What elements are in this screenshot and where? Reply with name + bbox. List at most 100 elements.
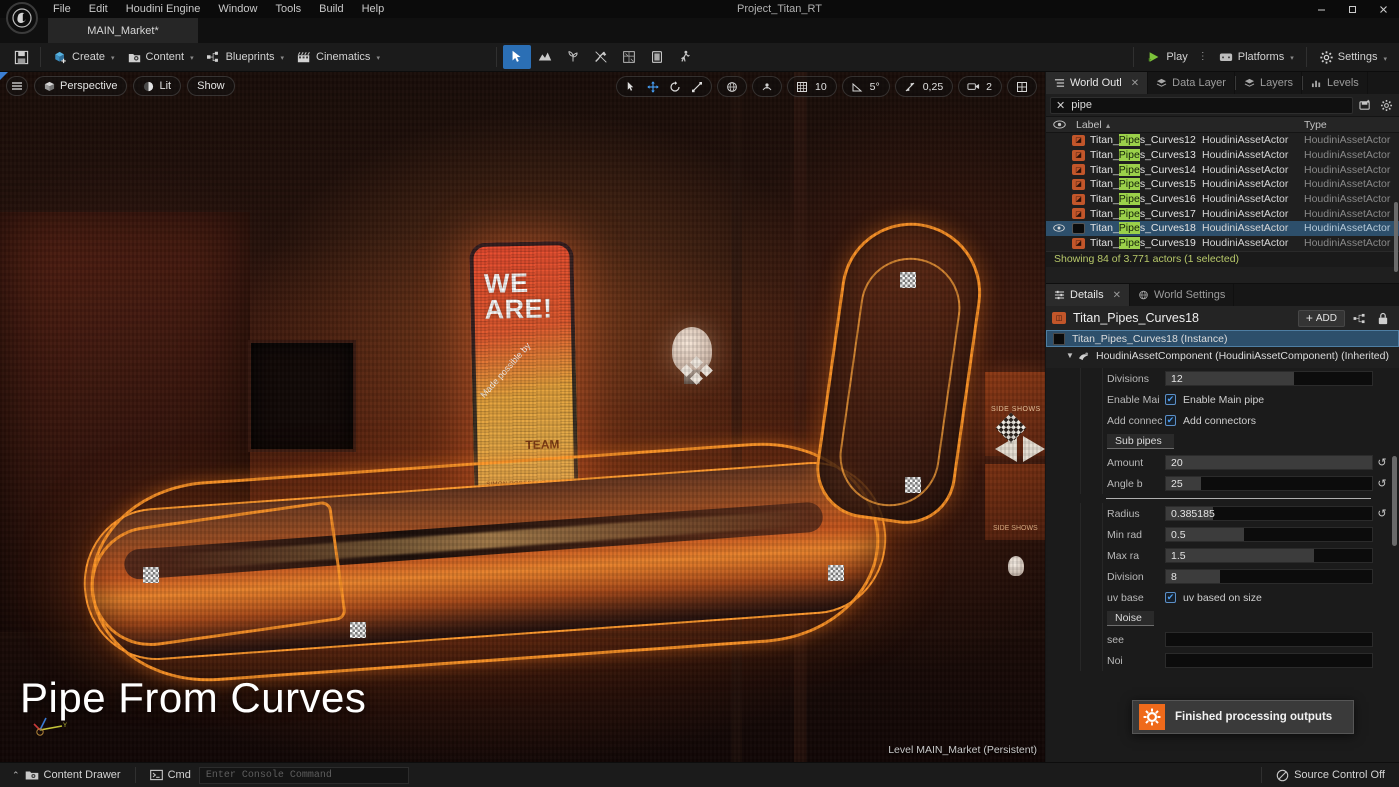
grid-snap-icon[interactable] bbox=[791, 77, 813, 96]
show-dropdown[interactable]: Show bbox=[187, 76, 235, 96]
details-scrollbar[interactable] bbox=[1392, 456, 1397, 546]
clear-search-icon[interactable]: ✕ bbox=[1056, 99, 1065, 112]
property-reset-icon[interactable]: ↺ bbox=[1373, 477, 1391, 490]
fracture-icon[interactable] bbox=[615, 45, 643, 69]
property-row[interactable]: Divisions 12 bbox=[1046, 368, 1399, 389]
add-component-button[interactable]: + ADD bbox=[1297, 309, 1345, 327]
property-row[interactable]: see bbox=[1046, 629, 1399, 650]
scale-snap-icon[interactable] bbox=[899, 77, 921, 96]
outliner-row[interactable]: ◪ Titan_Pipes_Curves13 HoudiniAssetActor Ho… bbox=[1046, 148, 1399, 163]
tab-data-layers[interactable]: Data Layer bbox=[1148, 72, 1235, 94]
menu-edit[interactable]: Edit bbox=[80, 0, 117, 18]
outliner-settings-icon[interactable] bbox=[1378, 97, 1395, 114]
property-value[interactable]: 1.5 bbox=[1166, 550, 1186, 562]
world-coord-icon[interactable] bbox=[721, 77, 743, 96]
property-checkbox[interactable]: ✔ bbox=[1165, 592, 1176, 603]
unreal-logo[interactable] bbox=[6, 2, 38, 34]
property-slider[interactable]: 25 bbox=[1165, 476, 1373, 491]
property-row[interactable]: uv base ✔ uv based on size bbox=[1046, 587, 1399, 608]
notification-toast[interactable]: Finished processing outputs bbox=[1132, 700, 1354, 734]
foliage-icon[interactable] bbox=[559, 45, 587, 69]
outliner-row[interactable]: ◪ Titan_Pipes_Curves14 HoudiniAssetActor Ho… bbox=[1046, 162, 1399, 177]
hamburger-icon[interactable] bbox=[6, 76, 28, 96]
close-button[interactable] bbox=[1368, 0, 1399, 18]
select-mode-icon[interactable] bbox=[502, 45, 531, 69]
outliner-row[interactable]: ◪ Titan_Pipes_Curves17 HoudiniAssetActor Ho… bbox=[1046, 206, 1399, 221]
mesh-paint-icon[interactable] bbox=[587, 45, 615, 69]
blueprints-button[interactable]: Blueprints ▾ bbox=[200, 47, 290, 67]
save-search-icon[interactable] bbox=[1357, 97, 1374, 114]
property-row[interactable]: Radius 0.385185 ↺ bbox=[1046, 503, 1399, 524]
level-tab[interactable]: MAIN_Market* bbox=[48, 18, 198, 43]
property-checkbox[interactable]: ✔ bbox=[1165, 394, 1176, 405]
outliner-row[interactable]: ◪ Titan_Pipes_Curves19 HoudiniAssetActor Ho… bbox=[1046, 236, 1399, 251]
property-slider[interactable]: 0.385185 bbox=[1165, 506, 1373, 521]
property-slider[interactable]: 8 bbox=[1165, 569, 1373, 584]
blueprint-edit-icon[interactable] bbox=[1349, 310, 1369, 327]
component-row[interactable]: ▼ HoudiniAssetComponent (HoudiniAssetComp… bbox=[1046, 347, 1399, 364]
tab-world-settings[interactable]: World Settings bbox=[1130, 284, 1235, 306]
property-row[interactable]: Add connec ✔ Add connectors bbox=[1046, 410, 1399, 431]
outliner-row[interactable]: ◪ Titan_Pipes_Curves16 HoudiniAssetActor Ho… bbox=[1046, 192, 1399, 207]
property-row[interactable]: Division 8 bbox=[1046, 566, 1399, 587]
property-row[interactable]: Amount 20 ↺ bbox=[1046, 452, 1399, 473]
source-control-button[interactable]: Source Control Off bbox=[1268, 766, 1393, 785]
content-drawer-button[interactable]: ⌃ Content Drawer bbox=[4, 766, 129, 785]
close-icon[interactable]: ✕ bbox=[1131, 78, 1139, 89]
component-row[interactable]: Titan_Pipes_Curves18 (Instance) bbox=[1046, 330, 1399, 347]
menu-tools[interactable]: Tools bbox=[266, 0, 310, 18]
row-visibility-icon[interactable] bbox=[1046, 224, 1072, 233]
cmd-button[interactable]: Cmd bbox=[142, 766, 199, 785]
play-options-icon[interactable]: ⋮ bbox=[1194, 52, 1212, 62]
play-button[interactable]: Play bbox=[1140, 47, 1193, 67]
property-group-header[interactable]: Sub pipes bbox=[1046, 431, 1399, 452]
settings-button[interactable]: Settings ▾ bbox=[1313, 47, 1393, 68]
property-slider[interactable]: 1.5 bbox=[1165, 548, 1373, 563]
platforms-button[interactable]: Platforms ▾ bbox=[1212, 47, 1300, 67]
tab-layers[interactable]: Layers bbox=[1236, 72, 1302, 94]
level-viewport[interactable]: WE ARE! Made possible by TEAM SIMON ROBE… bbox=[0, 72, 1045, 762]
label-column-header[interactable]: Label ▲ bbox=[1072, 119, 1304, 131]
menu-build[interactable]: Build bbox=[310, 0, 352, 18]
minimize-button[interactable] bbox=[1306, 0, 1337, 18]
property-reset-icon[interactable]: ↺ bbox=[1373, 456, 1391, 469]
property-row[interactable]: Enable Mai ✔ Enable Main pipe bbox=[1046, 389, 1399, 410]
animation-icon[interactable] bbox=[671, 45, 699, 69]
property-row[interactable]: Min rad 0.5 bbox=[1046, 524, 1399, 545]
outliner-search-box[interactable]: ✕ bbox=[1050, 96, 1353, 114]
visibility-column-icon[interactable] bbox=[1046, 120, 1072, 129]
outliner-row[interactable]: ◪ Titan_Pipes_Curves12 HoudiniAssetActor Ho… bbox=[1046, 133, 1399, 148]
move-tool-icon[interactable] bbox=[642, 77, 664, 96]
property-value[interactable]: 25 bbox=[1166, 478, 1183, 490]
camera-icon[interactable] bbox=[962, 77, 984, 96]
menu-file[interactable]: File bbox=[44, 0, 80, 18]
property-slider[interactable]: 12 bbox=[1165, 371, 1373, 386]
brush-icon[interactable] bbox=[643, 45, 671, 69]
create-button[interactable]: Create ▾ bbox=[47, 47, 121, 67]
outliner-row[interactable]: Titan_Pipes_Curves18 HoudiniAssetActor Hou… bbox=[1046, 221, 1399, 236]
viewport-layout-icon[interactable] bbox=[1011, 77, 1033, 96]
property-row[interactable]: Noi bbox=[1046, 650, 1399, 671]
property-slider[interactable] bbox=[1165, 653, 1373, 668]
surface-snap-icon[interactable] bbox=[756, 77, 778, 96]
scale-snap-value[interactable]: 0,25 bbox=[921, 81, 949, 93]
tab-details[interactable]: Details ✕ bbox=[1046, 284, 1131, 306]
landscape-icon[interactable] bbox=[531, 45, 559, 69]
property-value[interactable]: 12 bbox=[1166, 373, 1183, 385]
console-command-input[interactable]: Enter Console Command bbox=[198, 766, 409, 784]
menu-window[interactable]: Window bbox=[209, 0, 266, 18]
content-button[interactable]: Content ▾ bbox=[121, 47, 200, 67]
grid-snap-value[interactable]: 10 bbox=[813, 81, 833, 93]
select-tool-icon[interactable] bbox=[620, 77, 642, 96]
chevron-down-icon[interactable]: ▼ bbox=[1066, 351, 1076, 360]
tab-levels[interactable]: Levels bbox=[1303, 72, 1368, 94]
scale-tool-icon[interactable] bbox=[686, 77, 708, 96]
outliner-search-input[interactable] bbox=[1071, 99, 1347, 111]
property-value[interactable]: 8 bbox=[1166, 571, 1177, 583]
save-icon[interactable] bbox=[8, 46, 34, 68]
type-column-header[interactable]: Type bbox=[1304, 119, 1399, 131]
property-value[interactable]: 0.385185 bbox=[1166, 508, 1215, 520]
outliner-row[interactable]: ◪ Titan_Pipes_Curves15 HoudiniAssetActor Ho… bbox=[1046, 177, 1399, 192]
maximize-button[interactable] bbox=[1337, 0, 1368, 18]
rotate-tool-icon[interactable] bbox=[664, 77, 686, 96]
